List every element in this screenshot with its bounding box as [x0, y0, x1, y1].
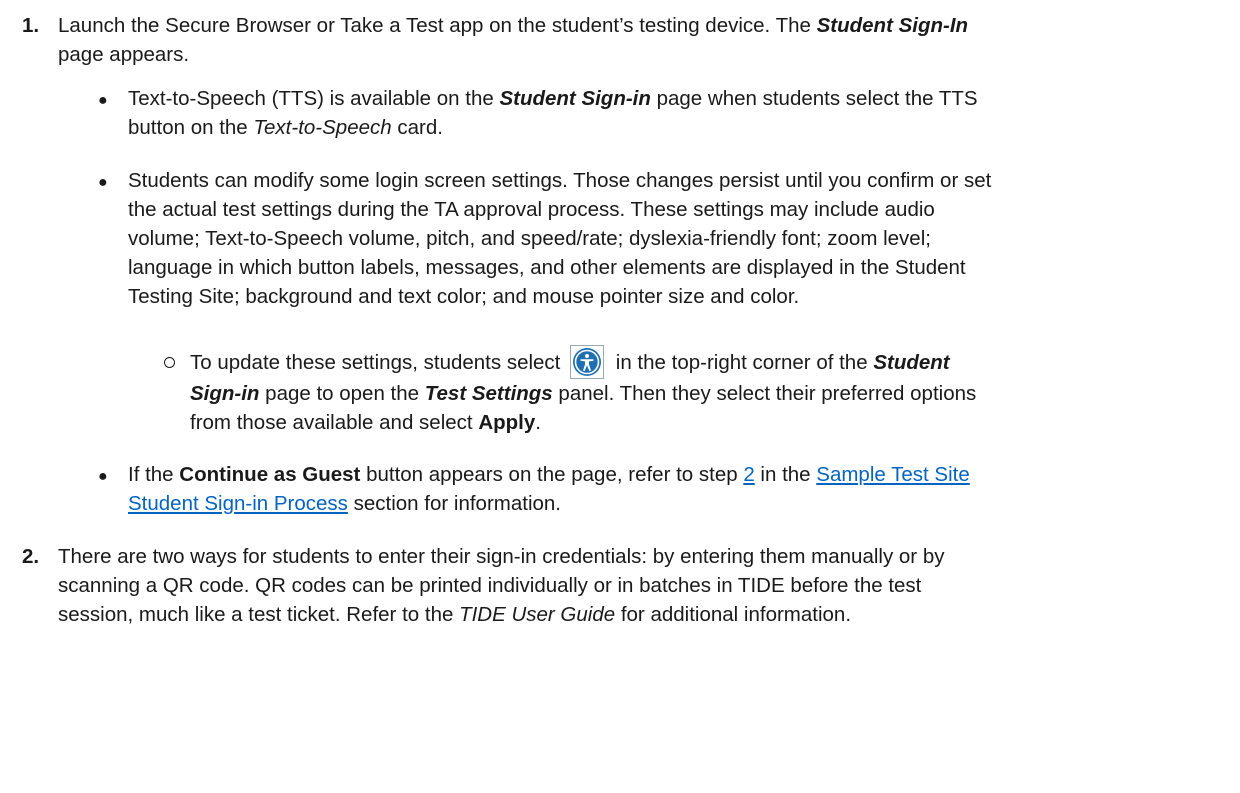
settings-bullet: Students can modify some login screen se…	[128, 169, 992, 308]
step-1-text: Launch the Secure Browser or Take a Test…	[58, 14, 969, 66]
sub-bullet-marker	[164, 357, 175, 368]
accessibility-icon	[570, 345, 605, 379]
bullet-marker: ●	[98, 92, 108, 109]
step-2-text: There are two ways for students to enter…	[58, 545, 945, 626]
bullet-marker: ●	[98, 468, 108, 485]
step-1-number: 1.	[22, 14, 40, 37]
guest-bullet: If the Continue as Guest button appears …	[128, 463, 970, 515]
sample-test-site-link[interactable]: Sample Test Site	[816, 463, 969, 486]
settings-sub-bullet: To update these settings, students selec…	[190, 345, 1230, 437]
tts-bullet: Text-to-Speech (TTS) is available on the…	[128, 87, 978, 139]
student-sign-in-process-link[interactable]: Student Sign-in Process	[128, 492, 348, 515]
step-2-link[interactable]: 2	[743, 463, 754, 486]
bullet-marker: ●	[98, 174, 108, 191]
step-2-number: 2.	[22, 545, 40, 568]
